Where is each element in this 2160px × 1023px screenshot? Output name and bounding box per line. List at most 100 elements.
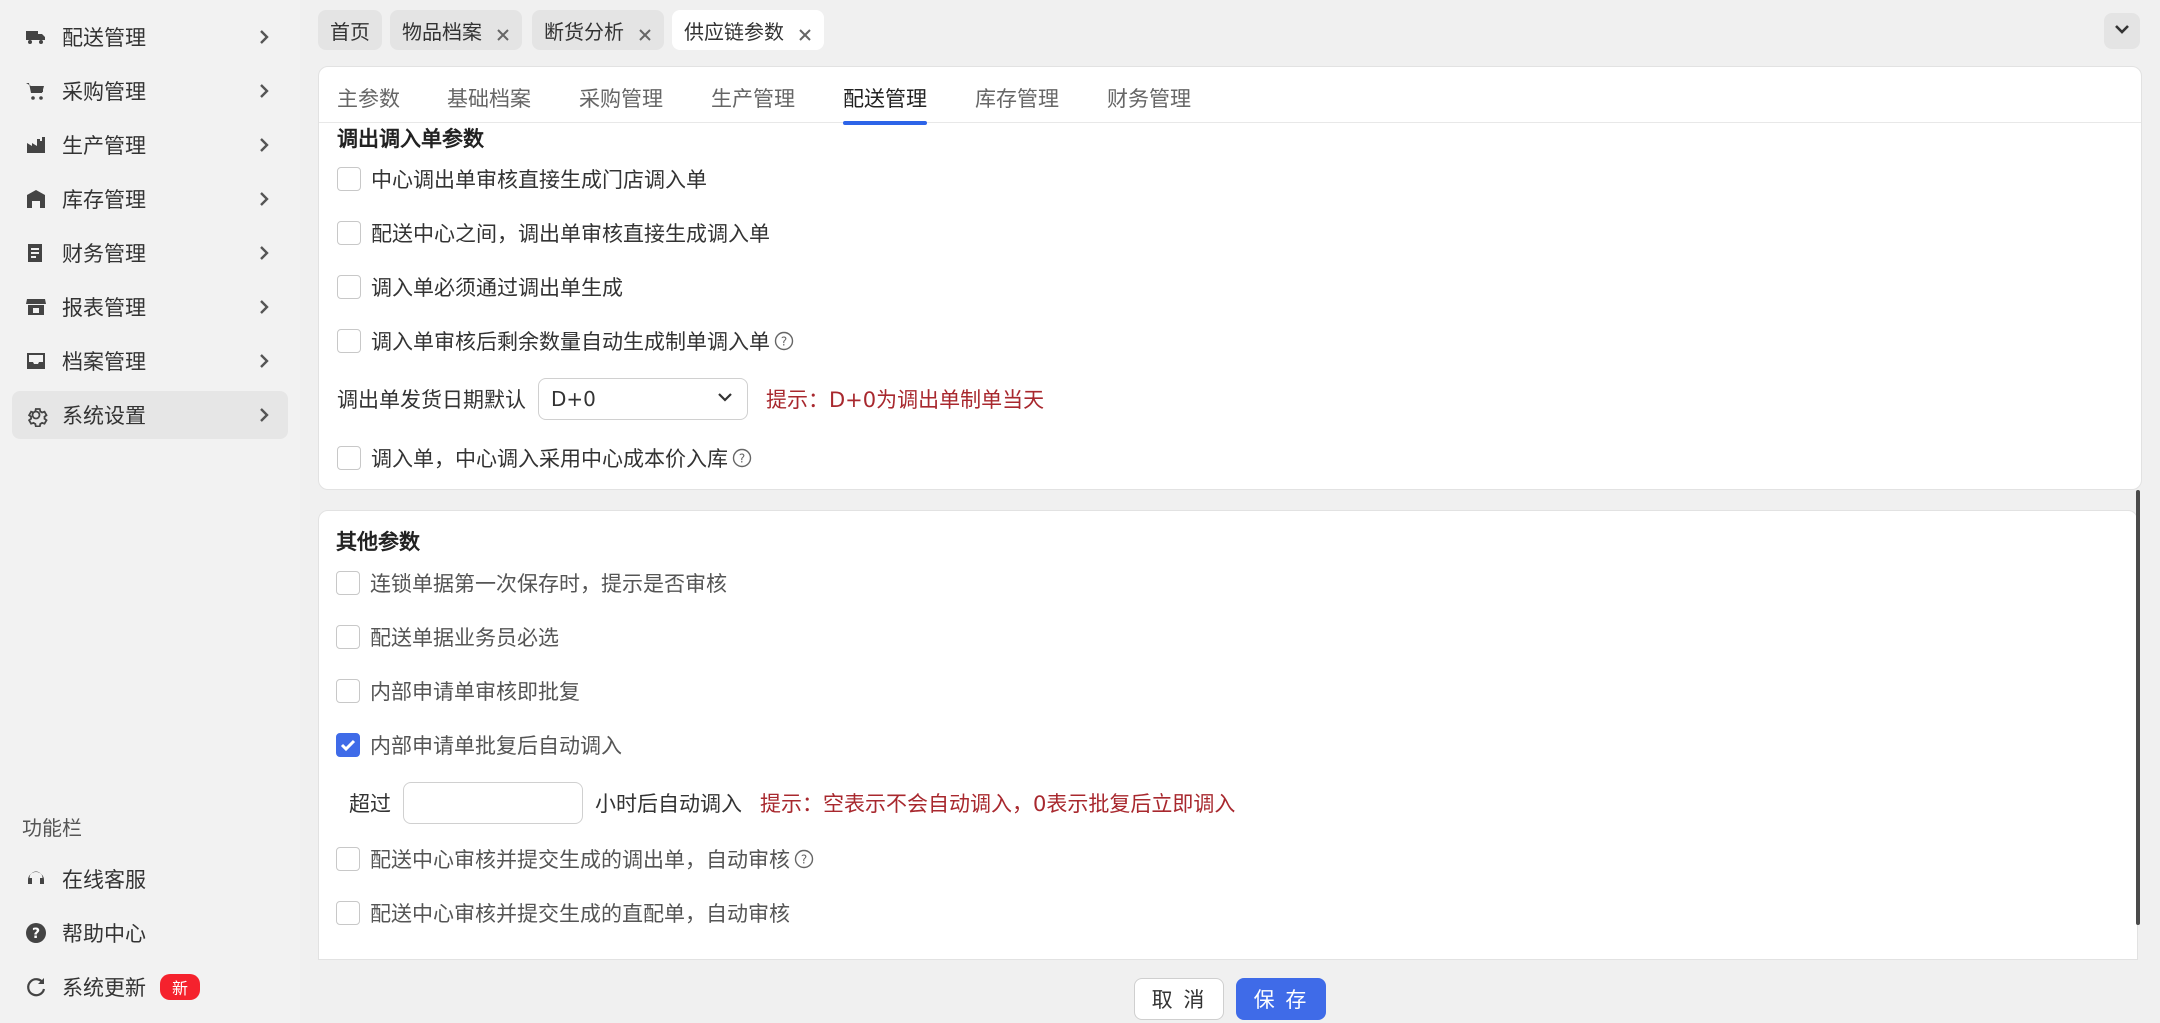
option-row[interactable]: 中心调出单审核直接生成门店调入单 [337, 164, 707, 194]
sidebar-item-purchase[interactable]: 采购管理 [12, 67, 288, 115]
sidebar-item-finance[interactable]: 财务管理 [12, 229, 288, 277]
svg-text:?: ? [781, 335, 787, 349]
sidebar-item-production[interactable]: 生产管理 [12, 121, 288, 169]
finance-icon [12, 241, 60, 265]
checkbox[interactable] [337, 446, 361, 470]
ship-date-row: 调出单发货日期默认 D+0 提示：D+0为调出单制单当天 [337, 378, 1044, 420]
scrollbar[interactable] [2136, 490, 2140, 925]
subtab-basic-archive[interactable]: 基础档案 [447, 83, 531, 123]
option-label: 配送中心审核并提交生成的调出单，自动审核 [370, 848, 790, 872]
option-label: 配送单据业务员必选 [370, 626, 559, 650]
option-row[interactable]: 配送中心之间，调出单审核直接生成调入单 [337, 218, 770, 248]
question-circle-icon[interactable]: ? [774, 331, 794, 351]
ship-date-hint: 提示：D+0为调出单制单当天 [766, 388, 1045, 412]
svg-text:?: ? [801, 853, 807, 867]
hours-input[interactable] [403, 782, 583, 824]
option-row[interactable]: 调入单必须通过调出单生成 [337, 272, 623, 302]
subtab-delivery[interactable]: 配送管理 [843, 83, 927, 125]
system-update-link[interactable]: 系统更新 新 [12, 963, 288, 1011]
option-row[interactable]: 内部申请单审核即批复 [336, 676, 580, 706]
checkbox[interactable] [336, 625, 360, 649]
option-row[interactable]: 配送单据业务员必选 [336, 622, 559, 652]
subtab-production[interactable]: 生产管理 [711, 83, 795, 123]
close-icon[interactable] [798, 23, 812, 41]
headset-icon [12, 867, 60, 891]
cart-icon [12, 79, 60, 103]
question-circle-icon[interactable]: ? [794, 849, 814, 869]
help-center-link[interactable]: ? 帮助中心 [12, 909, 288, 957]
checkbox-checked[interactable] [336, 733, 360, 757]
subtab-inventory[interactable]: 库存管理 [975, 83, 1059, 123]
option-label: 连锁单据第一次保存时，提示是否审核 [370, 572, 727, 596]
option-row[interactable]: 调入单，中心调入采用中心成本价入库 ? [337, 443, 752, 473]
subtab-purchase[interactable]: 采购管理 [579, 83, 663, 123]
option-label: 调入单必须通过调出单生成 [371, 276, 623, 300]
subtab-main[interactable]: 主参数 [337, 83, 400, 123]
chevron-right-icon [254, 81, 274, 101]
option-row[interactable]: 配送中心审核并提交生成的调出单，自动审核 ? [336, 844, 814, 874]
close-icon[interactable] [496, 23, 510, 41]
tab-label: 供应链参数 [684, 19, 784, 44]
ship-date-label: 调出单发货日期默认 [337, 388, 526, 412]
chevron-down-icon [715, 387, 735, 412]
option-row[interactable]: 配送中心审核并提交生成的直配单，自动审核 [336, 898, 790, 928]
tab-label: 首页 [330, 19, 370, 44]
sidebar-item-label: 系统设置 [62, 404, 146, 428]
save-button[interactable]: 保 存 [1236, 978, 1326, 1020]
warehouse-icon [12, 187, 60, 211]
chevron-right-icon [254, 27, 274, 47]
checkbox[interactable] [336, 847, 360, 871]
subtab-finance[interactable]: 财务管理 [1107, 83, 1191, 123]
section-title: 调出调入单参数 [337, 127, 484, 151]
checkbox[interactable] [336, 901, 360, 925]
chevron-right-icon [254, 351, 274, 371]
tab-bar: 首页 物品档案 断货分析 供应链参数 [300, 0, 2160, 60]
option-row[interactable]: 连锁单据第一次保存时，提示是否审核 [336, 568, 727, 598]
store-icon [12, 295, 60, 319]
checkbox[interactable] [337, 275, 361, 299]
sidebar-item-label: 报表管理 [62, 296, 146, 320]
chevron-right-icon [254, 297, 274, 317]
checkbox[interactable] [337, 221, 361, 245]
tab-supply-chain-params[interactable]: 供应链参数 [672, 10, 824, 50]
option-label: 调入单，中心调入采用中心成本价入库 [371, 447, 728, 471]
tab-stockout-analysis[interactable]: 断货分析 [532, 10, 664, 50]
tab-expand-button[interactable] [2104, 13, 2140, 49]
cancel-button[interactable]: 取 消 [1134, 978, 1224, 1020]
question-circle-icon[interactable]: ? [732, 448, 752, 468]
sidebar-item-label: 档案管理 [62, 350, 146, 374]
chevron-right-icon [254, 243, 274, 263]
sidebar-item-reports[interactable]: 报表管理 [12, 283, 288, 331]
hours-prefix: 超过 [349, 792, 391, 816]
option-label: 内部申请单审核即批复 [370, 680, 580, 704]
option-row[interactable]: 调入单审核后剩余数量自动生成制单调入单 ? [337, 326, 794, 356]
transfer-params-card: 主参数 基础档案 采购管理 生产管理 配送管理 库存管理 财务管理 调出调入单参… [318, 66, 2142, 490]
sidebar-item-label: 财务管理 [62, 242, 146, 266]
sidebar-item-delivery[interactable]: 配送管理 [12, 13, 288, 61]
checkbox[interactable] [336, 571, 360, 595]
online-service-link[interactable]: 在线客服 [12, 855, 288, 903]
function-label: 在线客服 [62, 868, 146, 892]
hours-hint: 提示：空表示不会自动调入，0表示批复后立即调入 [760, 792, 1236, 816]
sidebar: 配送管理 采购管理 生产管理 库存管理 财务管理 报表管理 档案管理 系统设置 … [0, 0, 300, 1023]
tab-item-archive[interactable]: 物品档案 [390, 10, 522, 50]
option-row[interactable]: 内部申请单批复后自动调入 [336, 730, 622, 760]
checkbox[interactable] [336, 679, 360, 703]
chevron-down-icon [2113, 20, 2131, 42]
sidebar-item-inventory[interactable]: 库存管理 [12, 175, 288, 223]
truck-icon [12, 25, 60, 49]
option-label: 内部申请单批复后自动调入 [370, 734, 622, 758]
option-label: 配送中心之间，调出单审核直接生成调入单 [371, 222, 770, 246]
sidebar-item-label: 库存管理 [62, 188, 146, 212]
inbox-icon [12, 349, 60, 373]
sidebar-item-archive[interactable]: 档案管理 [12, 337, 288, 385]
checkbox[interactable] [337, 329, 361, 353]
tab-home[interactable]: 首页 [318, 10, 382, 50]
sidebar-item-system-settings[interactable]: 系统设置 [12, 391, 288, 439]
svg-text:?: ? [32, 926, 40, 942]
option-label: 中心调出单审核直接生成门店调入单 [371, 168, 707, 192]
checkbox[interactable] [337, 167, 361, 191]
sidebar-item-label: 配送管理 [62, 26, 146, 50]
close-icon[interactable] [638, 23, 652, 41]
ship-date-select[interactable]: D+0 [538, 378, 748, 420]
